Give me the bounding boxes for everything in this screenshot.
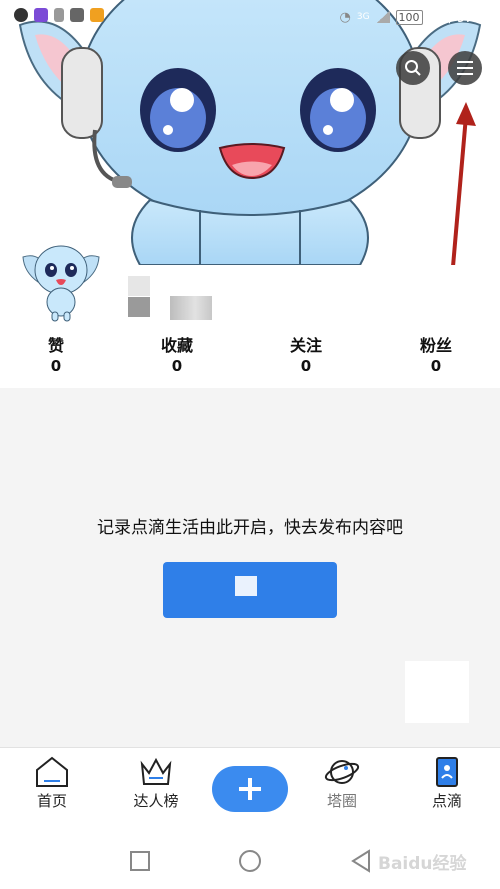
- status-indicators: ◔ 3G 100 上午9:41: [339, 7, 488, 27]
- stat-label: 粉丝: [419, 336, 452, 355]
- username-redacted: [128, 276, 150, 296]
- status-bar: ◔ 3G 100 上午9:41: [0, 0, 500, 32]
- bookmark-icon: [436, 757, 458, 787]
- tab-circle[interactable]: 塔圈: [302, 756, 382, 811]
- mail-icon: [70, 8, 84, 22]
- tab-label: 点滴: [431, 792, 462, 810]
- usb-icon: [54, 8, 64, 22]
- tab-label: 首页: [36, 792, 67, 810]
- annotation-arrow: [450, 102, 476, 279]
- stat-favorites[interactable]: 收藏 0: [127, 336, 227, 376]
- tab-leaderboard[interactable]: 达人榜: [116, 756, 196, 811]
- clock: 上午9:41: [428, 10, 488, 26]
- user-id-redacted: [170, 296, 212, 320]
- battery-level: 100: [395, 9, 423, 25]
- stat-following[interactable]: 关注 0: [256, 336, 356, 376]
- floating-button[interactable]: [405, 661, 469, 723]
- tab-moments[interactable]: 点滴: [407, 756, 487, 811]
- wifi-icon: ◔: [339, 9, 351, 25]
- cover-illustration: [18, 0, 482, 265]
- create-post-button[interactable]: [212, 766, 288, 812]
- crown-icon: [140, 757, 172, 785]
- stat-value: 0: [430, 357, 442, 375]
- stat-label: 赞: [47, 336, 64, 355]
- publish-button[interactable]: [163, 562, 337, 618]
- back-button[interactable]: [350, 849, 372, 873]
- network-type: 3G: [356, 12, 370, 22]
- empty-state-message: 记录点滴生活由此开启，快去发布内容吧: [97, 518, 403, 538]
- stat-likes[interactable]: 赞 0: [6, 336, 106, 376]
- home-button[interactable]: [238, 849, 262, 873]
- home-icon: [36, 756, 68, 787]
- menu-button[interactable]: [448, 51, 482, 85]
- status-notification-icons: [14, 8, 104, 22]
- avatar[interactable]: [18, 232, 104, 322]
- chat-icon: [14, 8, 28, 22]
- system-nav-bar: Baidu经验: [0, 835, 500, 889]
- notification-icon: [90, 8, 104, 22]
- planet-icon: [324, 760, 360, 784]
- recents-button[interactable]: [129, 850, 151, 872]
- publish-button-label-redacted: [235, 576, 257, 596]
- app-icon: [34, 8, 48, 22]
- search-button[interactable]: [396, 51, 430, 85]
- stat-value: 0: [171, 357, 183, 375]
- watermark: Baidu经验: [378, 854, 467, 874]
- signal-icon: [375, 11, 390, 23]
- stat-label: 关注: [289, 336, 322, 355]
- search-icon: [405, 60, 421, 76]
- hamburger-menu-icon: [457, 61, 473, 75]
- stat-label: 收藏: [160, 336, 193, 355]
- tab-label: 塔圈: [326, 792, 357, 810]
- username-redacted: [128, 297, 150, 317]
- profile-cover: ◔ 3G 100 上午9:41: [0, 0, 500, 265]
- plus-icon: [239, 778, 261, 800]
- stat-value: 0: [50, 357, 62, 375]
- stat-value: 0: [300, 357, 312, 375]
- tab-label: 达人榜: [133, 792, 179, 810]
- stat-followers[interactable]: 粉丝 0: [386, 336, 486, 376]
- tab-home[interactable]: 首页: [12, 756, 92, 811]
